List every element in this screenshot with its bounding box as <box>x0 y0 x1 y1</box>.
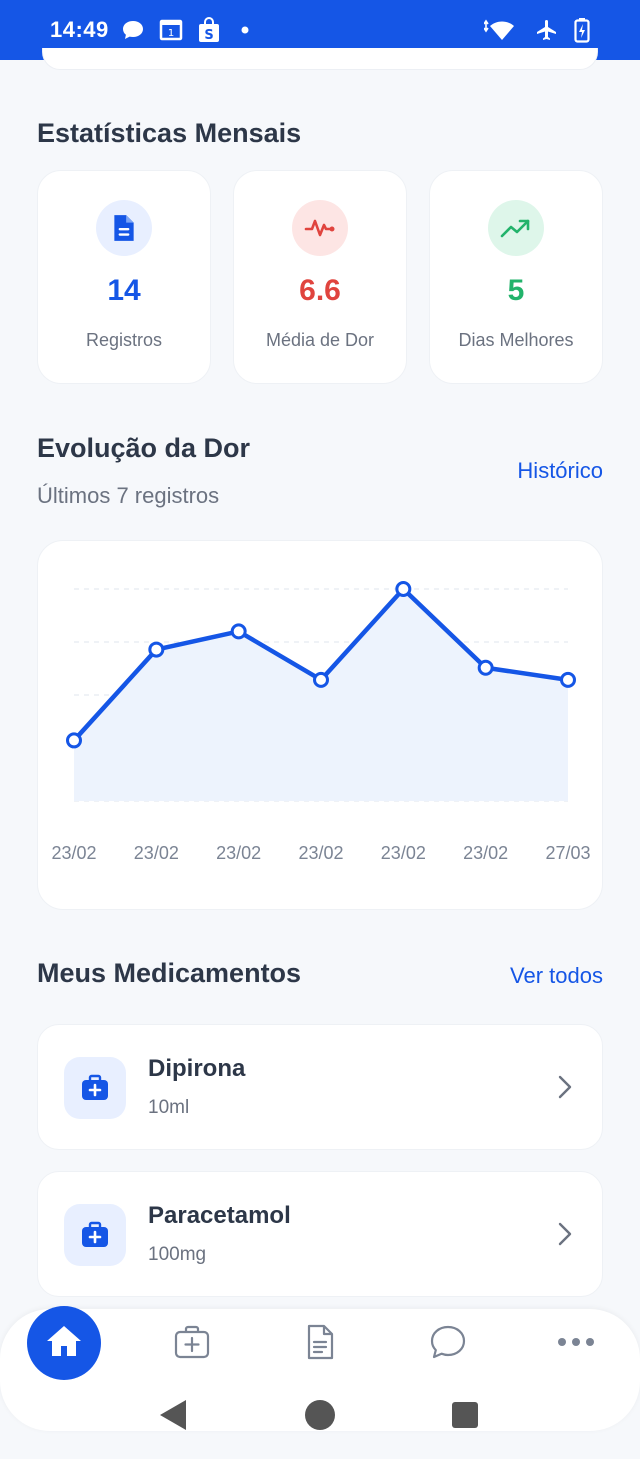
home-circle-icon[interactable] <box>304 1398 336 1432</box>
data-point <box>230 623 247 640</box>
med-dose: 10ml <box>148 1097 190 1118</box>
back-icon[interactable] <box>158 1398 188 1432</box>
chevron-right-icon <box>556 1220 574 1253</box>
series-area <box>74 589 568 801</box>
data-point <box>66 732 82 749</box>
nav-records-button[interactable] <box>298 1322 342 1366</box>
wifi-icon <box>484 18 520 42</box>
x-tick-label: 23/02 <box>216 843 261 863</box>
history-link[interactable]: Histórico <box>517 458 603 484</box>
stat-label: Média de Dor <box>265 330 375 350</box>
stat-label: Registros <box>85 330 163 350</box>
previous-card-edge <box>42 48 598 70</box>
data-point <box>477 659 494 676</box>
dot-icon <box>235 25 255 35</box>
medical-kit-icon <box>64 1057 126 1119</box>
trending-up-icon <box>488 200 544 256</box>
chat-icon <box>429 1324 467 1365</box>
nav-more-button[interactable] <box>554 1322 598 1366</box>
x-tick-label: 23/02 <box>463 843 508 863</box>
data-point <box>313 671 329 688</box>
x-tick-label: 23/02 <box>298 843 343 863</box>
data-point <box>395 581 412 597</box>
nav-chat-button[interactable] <box>426 1322 470 1366</box>
stat-value: 6.6 <box>299 274 341 307</box>
stat-label: Dias Melhores <box>458 330 574 350</box>
x-tick-label: 23/02 <box>51 843 96 863</box>
medical-kit-icon <box>64 1204 126 1266</box>
calendar-icon: 1 <box>159 19 183 41</box>
status-time: 14:49 <box>50 17 109 42</box>
stats-section-title: Estatísticas Mensais <box>37 118 302 148</box>
med-card-paracetamol[interactable]: Paracetamol 100mg <box>37 1171 603 1297</box>
med-dose: 100mg <box>148 1244 207 1265</box>
stat-card-media-dor[interactable]: 6.6 Média de Dor <box>233 170 407 384</box>
more-icon <box>556 1335 596 1353</box>
shopping-bag-icon: S <box>197 17 221 43</box>
chat-bubble-icon <box>121 19 145 41</box>
x-tick-label: 27/03 <box>545 843 590 863</box>
see-all-link[interactable]: Ver todos <box>510 963 603 989</box>
nav-home-button[interactable] <box>27 1306 101 1380</box>
data-point <box>148 641 165 658</box>
nav-medications-button[interactable] <box>170 1322 214 1366</box>
svg-text:1: 1 <box>168 28 174 39</box>
pain-subtitle: Últimos 7 registros <box>37 483 220 508</box>
stat-value: 5 <box>507 274 525 307</box>
data-point <box>560 671 576 688</box>
med-name: Paracetamol <box>148 1202 291 1229</box>
home-icon <box>44 1323 84 1364</box>
x-tick-label: 23/02 <box>381 843 426 863</box>
med-name: Dipirona <box>148 1055 246 1082</box>
chevron-right-icon <box>556 1073 574 1106</box>
heartbeat-icon <box>292 200 348 256</box>
stat-card-dias-melhores[interactable]: 5 Dias Melhores <box>429 170 603 384</box>
stat-card-registros[interactable]: 14 Registros <box>37 170 211 384</box>
document-icon <box>304 1323 336 1366</box>
airplane-icon <box>534 18 560 42</box>
meds-section-title: Meus Medicamentos <box>37 958 302 988</box>
document-icon <box>96 200 152 256</box>
svg-text:S: S <box>204 28 213 43</box>
medical-kit-icon <box>173 1324 211 1365</box>
pain-chart-card: 23/02 23/02 23/02 23/02 23/02 23/02 27/03 <box>37 540 603 910</box>
pain-section-title: Evolução da Dor <box>37 433 251 463</box>
pain-chart: 23/02 23/02 23/02 23/02 23/02 23/02 27/03 <box>51 581 591 863</box>
stat-value: 14 <box>107 274 141 307</box>
med-card-dipirona[interactable]: Dipirona 10ml <box>37 1024 603 1150</box>
x-tick-label: 23/02 <box>134 843 179 863</box>
recents-icon[interactable] <box>450 1398 480 1432</box>
battery-icon <box>574 17 590 43</box>
